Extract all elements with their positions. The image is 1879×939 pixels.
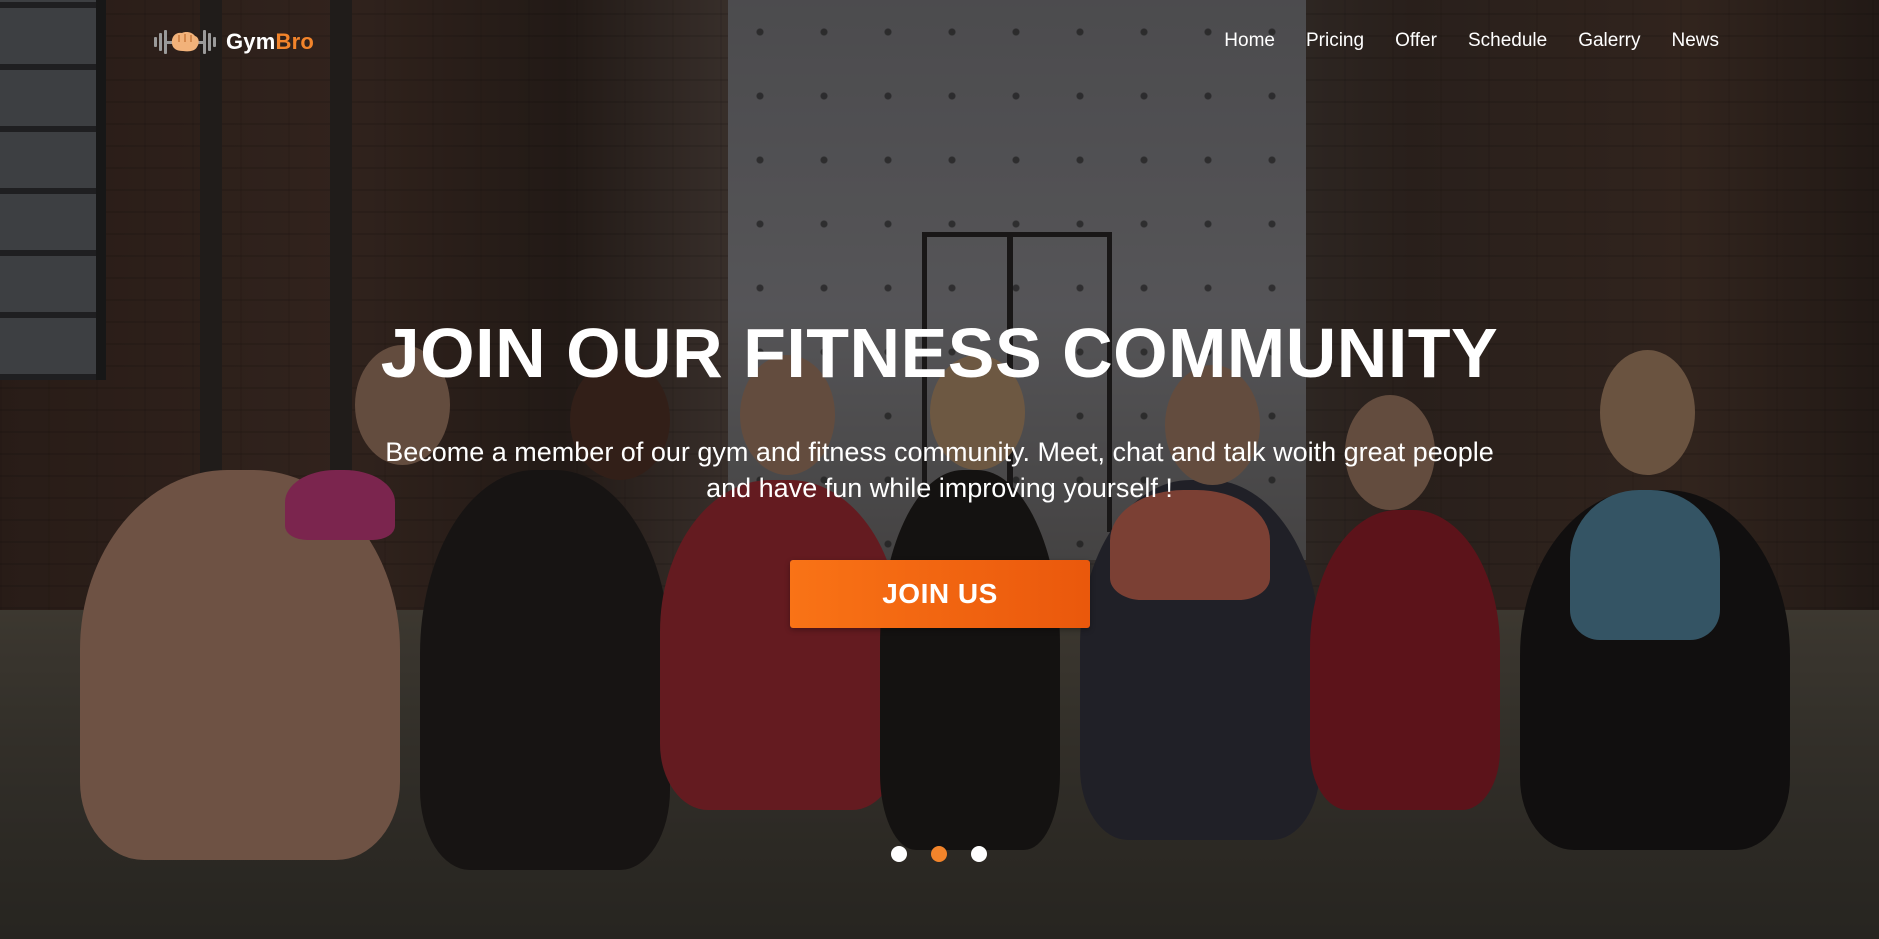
top-navbar: GymBro Home Pricing Offer Schedule Galer… <box>0 0 1879 84</box>
nav-item-schedule[interactable]: Schedule <box>1468 26 1547 56</box>
brand-name-part1: Gym <box>226 29 276 54</box>
brand-name: GymBro <box>226 29 314 55</box>
dumbbell-fist-icon <box>154 30 216 54</box>
carousel-indicators <box>891 846 987 862</box>
nav-menu: Home Pricing Offer Schedule Galerry News <box>1224 26 1719 56</box>
nav-item-gallery[interactable]: Galerry <box>1578 26 1640 56</box>
brand-name-part2: Bro <box>275 29 315 54</box>
carousel-dot-1[interactable] <box>891 846 907 862</box>
carousel-dot-3[interactable] <box>971 846 987 862</box>
hero-subtitle: Become a member of our gym and fitness c… <box>385 437 1494 503</box>
carousel-dot-2[interactable] <box>931 846 947 862</box>
brand-logo[interactable]: GymBro <box>152 24 314 60</box>
nav-item-offer[interactable]: Offer <box>1395 26 1437 56</box>
hero-title: JOIN OUR FITNESS COMMUNITY <box>380 314 1499 392</box>
nav-item-pricing[interactable]: Pricing <box>1306 26 1364 56</box>
nav-item-home[interactable]: Home <box>1224 26 1275 56</box>
nav-item-news[interactable]: News <box>1671 26 1719 56</box>
join-us-button[interactable]: JOIN US <box>790 560 1090 628</box>
